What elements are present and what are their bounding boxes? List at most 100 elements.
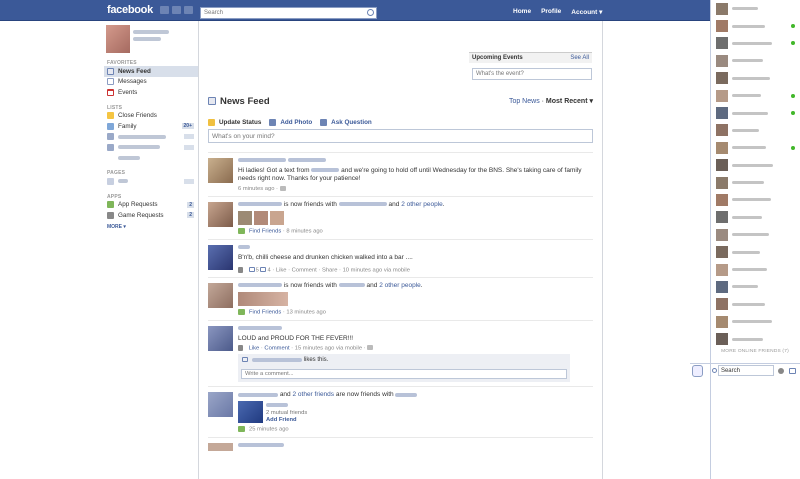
chat-friend-row[interactable] (711, 226, 800, 243)
like-link[interactable]: Like (249, 345, 260, 351)
author-name[interactable] (238, 244, 250, 249)
chat-friend-row[interactable] (711, 17, 800, 34)
sidebar-item-list[interactable] (104, 142, 198, 153)
chat-friend-row[interactable] (711, 174, 800, 191)
sidebar-item-app-requests[interactable]: App Requests 2 (104, 200, 198, 211)
avatar[interactable] (208, 392, 233, 418)
avatar[interactable] (208, 158, 233, 183)
chat-friend-row[interactable] (711, 139, 800, 156)
see-all-link[interactable]: See All (570, 55, 589, 61)
chat-friend-row[interactable] (711, 87, 800, 104)
chat-friend-row[interactable] (711, 243, 800, 260)
chat-friend-row[interactable] (711, 313, 800, 330)
chat-friend-row[interactable] (711, 278, 800, 295)
chat-friend-row[interactable] (711, 104, 800, 121)
globe-icon[interactable] (692, 364, 703, 377)
add-friend-button[interactable]: Add Friend (266, 417, 307, 423)
other-people-link[interactable]: 2 other people (379, 282, 421, 289)
author-name[interactable] (238, 202, 282, 207)
friend-thumbnail[interactable] (238, 292, 288, 307)
profile-link[interactable]: Profile (536, 6, 566, 18)
chat-friend-row[interactable] (711, 296, 800, 313)
author-name[interactable] (238, 158, 286, 163)
other-people-link[interactable]: 2 other people (401, 201, 443, 208)
avatar[interactable] (208, 244, 233, 270)
event-input[interactable]: What's the event? (472, 68, 592, 80)
recipient-name[interactable] (287, 158, 326, 163)
author-name[interactable] (238, 325, 282, 330)
chat-friend-row[interactable] (711, 0, 800, 17)
friend-name[interactable] (266, 402, 288, 407)
sidebar-item-events[interactable]: Events (104, 87, 198, 98)
more-link[interactable]: MORE ▾ (104, 224, 198, 230)
friend-thumbnail[interactable] (238, 401, 263, 424)
chat-friend-row[interactable] (711, 52, 800, 69)
timestamp[interactable]: 6 minutes ago · (238, 186, 280, 192)
more-online-friends[interactable]: MORE ONLINE FRIENDS (7) (712, 349, 798, 354)
facebook-logo[interactable]: facebook (107, 4, 153, 16)
chat-friend-row[interactable] (711, 35, 800, 52)
update-status-tab[interactable]: Update Status (208, 119, 261, 126)
chat-search-input[interactable]: Search (717, 365, 774, 376)
chat-friend-row[interactable] (711, 209, 800, 226)
chat-friend-row[interactable] (711, 157, 800, 174)
friend-name[interactable] (338, 283, 365, 288)
chat-friend-row[interactable] (711, 330, 800, 347)
story-actions[interactable]: · Like · Comment · Share · 10 minutes ag… (272, 267, 410, 273)
account-menu[interactable]: Account ▾ (566, 6, 607, 18)
liker-name[interactable] (252, 357, 302, 362)
comment-input[interactable]: Write a comment... (241, 369, 567, 380)
sidebar-item-family[interactable]: Family 20+ (104, 121, 198, 132)
friend-thumbnail[interactable] (270, 211, 284, 226)
find-friends-link[interactable]: Find Friends (249, 310, 281, 316)
avatar[interactable] (208, 442, 233, 451)
avatar[interactable] (106, 25, 130, 53)
sidebar-item-list[interactable] (104, 132, 198, 143)
friend-requests-icon[interactable] (160, 6, 169, 14)
most-recent-dropdown[interactable]: Most Recent ▾ (546, 98, 593, 105)
chat-friend-row[interactable] (711, 70, 800, 87)
friend-thumbnail[interactable] (254, 211, 268, 226)
edit-profile-link[interactable] (133, 37, 161, 41)
status-input[interactable]: What's on your mind? (208, 129, 593, 143)
author-name[interactable] (238, 283, 282, 288)
friend-thumbnail[interactable] (238, 211, 252, 226)
other-friends-link[interactable]: 2 other friends (292, 391, 334, 398)
author-name[interactable] (238, 392, 278, 397)
thumbs-up-icon (260, 267, 267, 273)
chat-friend-row[interactable] (711, 191, 800, 208)
mutual-friends[interactable]: 2 mutual friends (266, 410, 307, 416)
avatar[interactable] (208, 325, 233, 351)
sidebar-item-page[interactable] (104, 176, 198, 187)
author-name[interactable] (238, 443, 284, 448)
gear-icon[interactable] (778, 367, 784, 374)
friend-name[interactable] (338, 202, 387, 207)
profile-name[interactable] (133, 30, 169, 34)
comment-link[interactable]: Comment (264, 345, 289, 351)
sidebar-item-close-friends[interactable]: Close Friends (104, 111, 198, 122)
tagged-name[interactable] (311, 168, 340, 173)
chat-friend-row[interactable] (711, 122, 800, 139)
avatar[interactable] (208, 283, 233, 309)
comment-count[interactable]: 5 (256, 267, 259, 273)
sidebar-item-game-requests[interactable]: Game Requests 2 (104, 210, 198, 221)
pop-out-icon[interactable] (789, 367, 796, 374)
sidebar-item-messages[interactable]: Messages (104, 77, 198, 88)
timestamp[interactable]: 25 minutes ago (249, 427, 289, 433)
home-link[interactable]: Home (508, 6, 536, 18)
sidebar-item-news-feed[interactable]: News Feed (104, 66, 198, 77)
notifications-icon[interactable] (184, 6, 193, 14)
add-photo-tab[interactable]: Add Photo (269, 119, 312, 126)
chat-friend-row[interactable] (711, 261, 800, 278)
search-input[interactable]: Search (200, 7, 377, 19)
find-friends-link[interactable]: Find Friends (249, 229, 281, 235)
avatar[interactable] (208, 202, 233, 228)
sidebar-item-see-all[interactable] (104, 153, 198, 164)
top-news-link[interactable]: Top News (509, 98, 540, 105)
messages-jewel-icon[interactable] (172, 6, 181, 14)
like-count[interactable]: 4 (267, 267, 270, 273)
profile-block[interactable] (106, 25, 198, 53)
friend-name[interactable] (395, 392, 418, 397)
search-icon[interactable] (367, 9, 374, 16)
ask-question-tab[interactable]: Ask Question (320, 119, 372, 126)
